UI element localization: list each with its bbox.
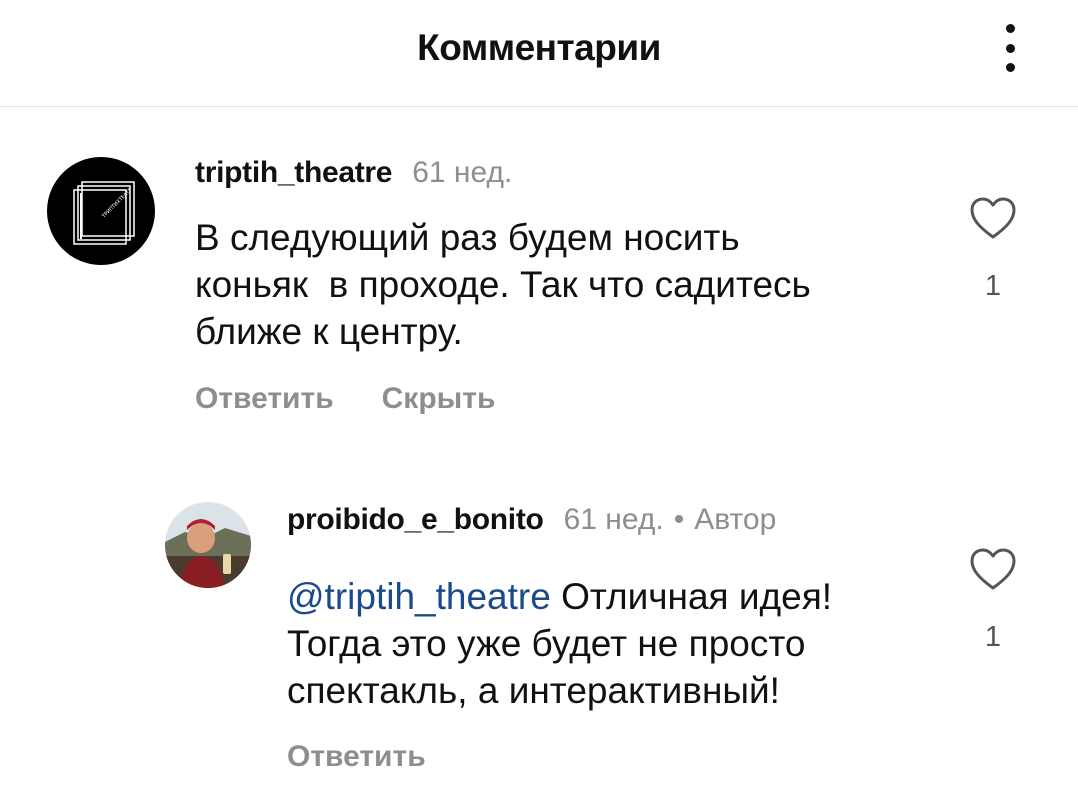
avatar-logo-text: ТРИПТИХТЕАТР xyxy=(100,187,133,220)
reply-username[interactable]: proibido_e_bonito xyxy=(287,503,544,536)
reply-button[interactable]: Ответить xyxy=(287,740,426,773)
comment-actions: Ответить Скрыть xyxy=(195,382,495,416)
reply-text: @triptih_theatre Отличная идея! Тогда эт… xyxy=(287,576,833,711)
comment-username[interactable]: triptih_theatre xyxy=(195,156,393,189)
author-badge: Автор xyxy=(694,503,777,536)
reply-button[interactable]: Ответить xyxy=(195,382,334,415)
like-control: 1 xyxy=(967,196,1019,303)
like-count: 1 xyxy=(984,621,1002,653)
avatar[interactable] xyxy=(165,502,251,588)
comment-meta: triptih_theatre 61 нед. xyxy=(195,156,512,190)
mention-link[interactable]: @triptih_theatre xyxy=(287,576,551,617)
page-title: Комментарии xyxy=(417,27,661,68)
more-vertical-icon[interactable] xyxy=(998,24,1022,72)
avatar[interactable]: ТРИПТИХТЕАТР xyxy=(47,157,155,265)
user-photo-icon xyxy=(165,502,251,588)
reply-actions: Ответить xyxy=(287,740,426,774)
hide-button[interactable]: Скрыть xyxy=(382,382,496,415)
heart-icon[interactable] xyxy=(969,547,1017,591)
reply-meta: proibido_e_bonito 61 нед. • Автор xyxy=(287,503,776,537)
reply-time: 61 нед. xyxy=(563,503,664,536)
like-count: 1 xyxy=(984,270,1002,302)
like-control: 1 xyxy=(967,547,1019,654)
comment-time: 61 нед. xyxy=(412,156,513,189)
heart-icon[interactable] xyxy=(969,196,1017,240)
theatre-logo-icon: ТРИПТИХТЕАТР xyxy=(73,181,135,245)
comment-text: В следующий раз будем носить коньяк в пр… xyxy=(195,217,811,352)
separator-dot: • xyxy=(673,503,685,536)
header-bar: Комментарии xyxy=(0,0,1078,107)
